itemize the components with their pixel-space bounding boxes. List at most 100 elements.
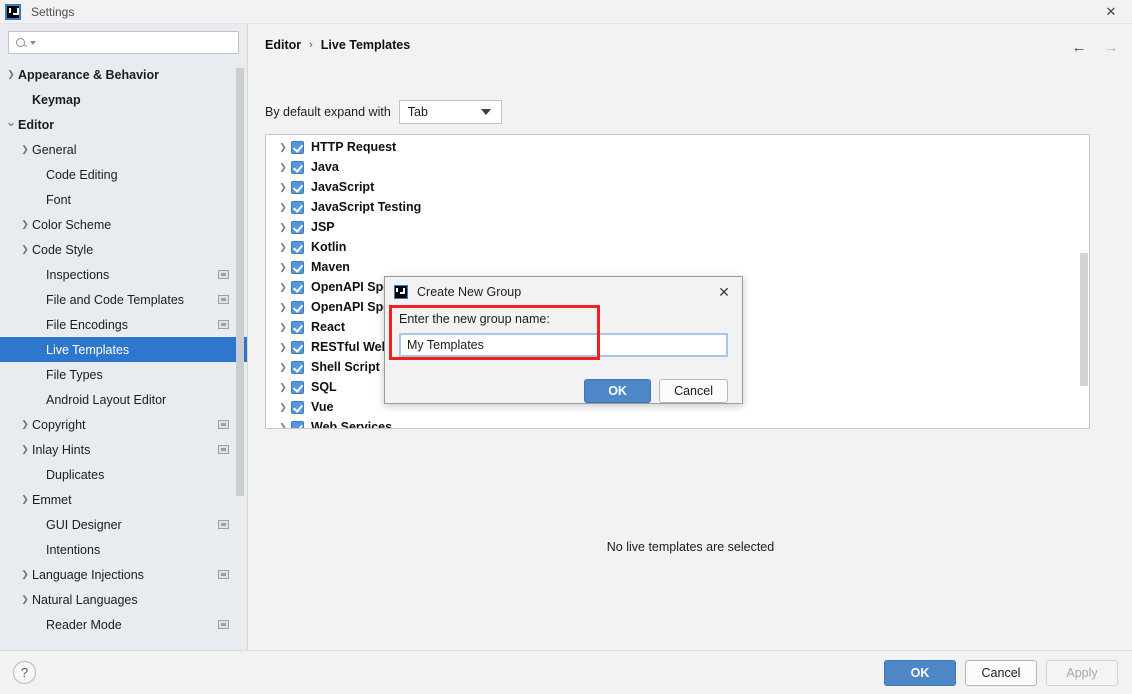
sidebar-item-android-layout-editor[interactable]: ❯Android Layout Editor: [0, 387, 247, 412]
chevron-right-icon[interactable]: ❯: [18, 594, 32, 605]
sidebar-item-label: File Types: [46, 367, 103, 382]
template-group-checkbox[interactable]: [291, 400, 304, 414]
template-group-label: HTTP Request: [311, 140, 397, 154]
help-button[interactable]: ?: [13, 661, 36, 684]
sidebar-item-appearance-behavior[interactable]: ❯ Appearance & Behavior: [0, 62, 247, 87]
sidebar-item-natural-languages[interactable]: ❯ Natural Languages: [0, 587, 247, 612]
template-group-checkbox[interactable]: [291, 320, 304, 334]
sidebar-item-reader-mode[interactable]: ❯Reader Mode: [0, 612, 247, 637]
template-group-checkbox[interactable]: [291, 180, 304, 194]
template-group-checkbox[interactable]: [291, 140, 304, 154]
list-scrollbar-thumb[interactable]: [1080, 253, 1088, 386]
chevron-right-icon[interactable]: ❯: [18, 244, 32, 255]
sidebar-item-inspections[interactable]: ❯Inspections: [0, 262, 247, 287]
template-group-row[interactable]: ❯ Web Services: [266, 417, 1089, 429]
sidebar-item-code-style[interactable]: ❯ Code Style: [0, 237, 247, 262]
group-name-input[interactable]: [399, 333, 728, 357]
chevron-right-icon[interactable]: ❯: [275, 242, 291, 253]
chevron-down-icon[interactable]: ⌄: [4, 114, 18, 130]
sidebar-item-file-and-code-templates[interactable]: ❯File and Code Templates: [0, 287, 247, 312]
template-group-row[interactable]: ❯ JavaScript Testing: [266, 197, 1089, 217]
breadcrumb-separator: ›: [309, 39, 313, 51]
search-box[interactable]: [8, 31, 239, 54]
chevron-right-icon[interactable]: ❯: [275, 222, 291, 233]
dialog-cancel-button[interactable]: Cancel: [659, 379, 728, 403]
project-scope-icon: [218, 620, 229, 629]
sidebar-item-gui-designer[interactable]: ❯GUI Designer: [0, 512, 247, 537]
search-input[interactable]: [36, 35, 238, 50]
arrow-right-icon[interactable]: →: [1100, 36, 1122, 58]
sidebar-item-label: Live Templates: [46, 342, 130, 357]
expand-with-select[interactable]: Tab: [398, 100, 502, 124]
template-group-row[interactable]: ❯ JavaScript: [266, 177, 1089, 197]
sidebar-item-color-scheme[interactable]: ❯ Color Scheme: [0, 212, 247, 237]
template-group-row[interactable]: ❯ HTTP Request: [266, 137, 1089, 157]
sidebar-item-file-encodings[interactable]: ❯File Encodings: [0, 312, 247, 337]
template-group-checkbox[interactable]: [291, 280, 304, 294]
breadcrumb-root[interactable]: Editor: [265, 38, 301, 52]
sidebar-item-general[interactable]: ❯ General: [0, 137, 247, 162]
sidebar-item-inlay-hints[interactable]: ❯ Inlay Hints: [0, 437, 247, 462]
template-group-checkbox[interactable]: [291, 420, 304, 428]
template-group-row[interactable]: ❯ JSP: [266, 217, 1089, 237]
sidebar-item-emmet[interactable]: ❯ Emmet: [0, 487, 247, 512]
template-group-checkbox[interactable]: [291, 340, 304, 354]
template-group-row[interactable]: ❯ Java: [266, 157, 1089, 177]
close-icon[interactable]: ✕: [1090, 0, 1132, 24]
chevron-right-icon[interactable]: ❯: [275, 422, 291, 429]
template-group-checkbox[interactable]: [291, 360, 304, 374]
chevron-right-icon[interactable]: ❯: [18, 494, 32, 505]
sidebar-item-label: Emmet: [32, 492, 72, 507]
sidebar-scrollbar-thumb[interactable]: [236, 68, 244, 496]
template-group-checkbox[interactable]: [291, 240, 304, 254]
chevron-right-icon[interactable]: ❯: [18, 444, 32, 455]
chevron-right-icon[interactable]: ❯: [275, 402, 291, 413]
template-group-row[interactable]: ❯ Kotlin: [266, 237, 1089, 257]
chevron-right-icon[interactable]: ❯: [275, 262, 291, 273]
sidebar-item-language-injections[interactable]: ❯ Language Injections: [0, 562, 247, 587]
chevron-right-icon[interactable]: ❯: [275, 362, 291, 373]
list-scrollbar-track[interactable]: [1079, 135, 1089, 428]
chevron-right-icon[interactable]: ❯: [275, 142, 291, 153]
sidebar-item-editor[interactable]: ⌄ Editor: [0, 112, 247, 137]
sidebar-item-copyright[interactable]: ❯ Copyright: [0, 412, 247, 437]
project-scope-icon: [218, 295, 229, 304]
sidebar-item-intentions[interactable]: ❯Intentions: [0, 537, 247, 562]
arrow-left-icon[interactable]: ←: [1068, 36, 1090, 58]
chevron-right-icon[interactable]: ❯: [275, 342, 291, 353]
chevron-right-icon[interactable]: ❯: [18, 419, 32, 430]
chevron-right-icon[interactable]: ❯: [275, 382, 291, 393]
template-group-checkbox[interactable]: [291, 380, 304, 394]
ok-button[interactable]: OK: [884, 660, 956, 686]
sidebar-item-live-templates[interactable]: ❯Live Templates: [0, 337, 247, 362]
template-group-checkbox[interactable]: [291, 260, 304, 274]
chevron-right-icon[interactable]: ❯: [18, 569, 32, 580]
intellij-idea-logo-icon: [394, 284, 408, 299]
sidebar-item-duplicates[interactable]: ❯Duplicates: [0, 462, 247, 487]
chevron-right-icon[interactable]: ❯: [4, 69, 18, 80]
dialog-prompt: Enter the new group name:: [399, 312, 550, 326]
chevron-right-icon[interactable]: ❯: [275, 322, 291, 333]
chevron-right-icon[interactable]: ❯: [18, 144, 32, 155]
close-icon[interactable]: ✕: [714, 282, 734, 302]
chevron-right-icon[interactable]: ❯: [275, 282, 291, 293]
dialog-ok-button[interactable]: OK: [584, 379, 652, 403]
template-group-checkbox[interactable]: [291, 160, 304, 174]
sidebar-item-keymap[interactable]: ❯Keymap: [0, 87, 247, 112]
template-group-row[interactable]: ❯ Maven: [266, 257, 1089, 277]
sidebar-item-font[interactable]: ❯Font: [0, 187, 247, 212]
chevron-right-icon[interactable]: ❯: [275, 202, 291, 213]
apply-button[interactable]: Apply: [1046, 660, 1118, 686]
template-group-checkbox[interactable]: [291, 220, 304, 234]
cancel-button[interactable]: Cancel: [965, 660, 1037, 686]
template-group-checkbox[interactable]: [291, 300, 304, 314]
sidebar-item-file-types[interactable]: ❯File Types: [0, 362, 247, 387]
sidebar-item-label: Appearance & Behavior: [18, 67, 160, 82]
template-group-checkbox[interactable]: [291, 200, 304, 214]
sidebar-item-code-editing[interactable]: ❯Code Editing: [0, 162, 247, 187]
chevron-right-icon[interactable]: ❯: [275, 302, 291, 313]
search-icon: [15, 36, 29, 50]
chevron-right-icon[interactable]: ❯: [275, 162, 291, 173]
chevron-right-icon[interactable]: ❯: [275, 182, 291, 193]
chevron-right-icon[interactable]: ❯: [18, 219, 32, 230]
